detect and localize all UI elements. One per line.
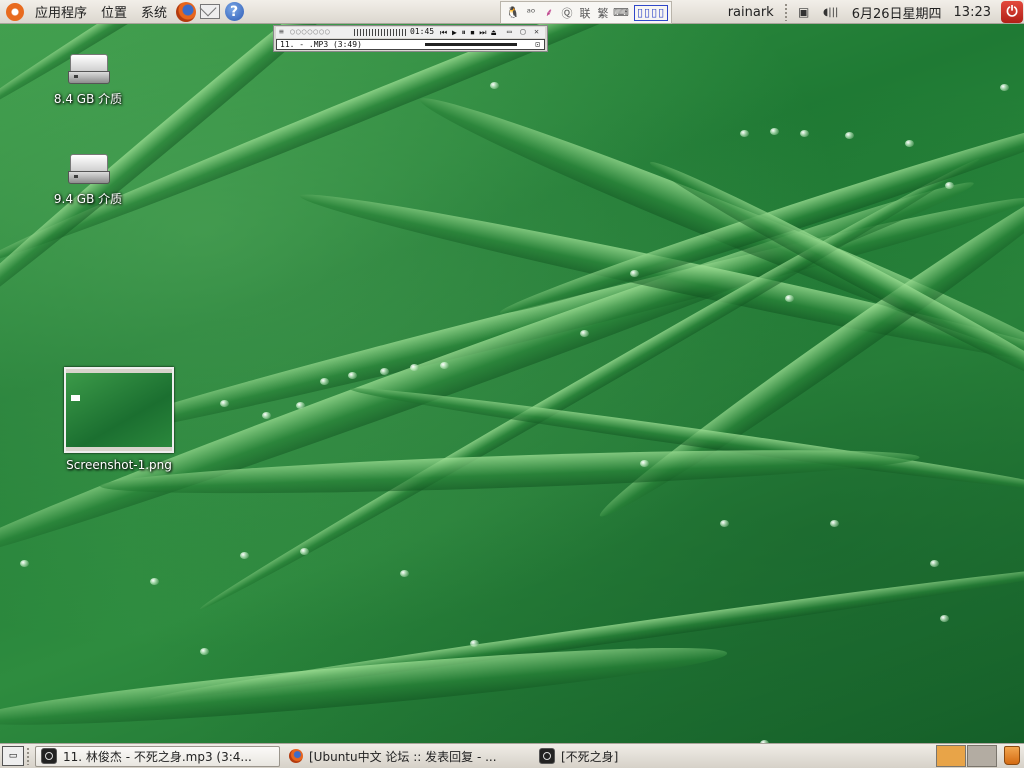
input-method-indicator[interactable]: ▯▯▯▯: [634, 4, 669, 21]
network-icon[interactable]: ▣: [795, 4, 813, 20]
menu-applications[interactable]: 应用程序: [28, 0, 94, 24]
user-name[interactable]: rainark: [722, 5, 780, 20]
grass-blade: [0, 633, 729, 739]
player-time[interactable]: 01:45: [410, 27, 434, 36]
taskbar-item-browser[interactable]: [Ubuntu中文 论坛 :: 发表回复 - ...: [284, 746, 530, 767]
water-drop: [440, 362, 449, 369]
water-drop: [740, 130, 749, 137]
panel-right: rainark ▣ ◖||| 6月26日星期四 13:23 ⏻: [722, 0, 1024, 24]
player-buttons[interactable]: ⏮ ▶ ⏸ ⏹ ⏭ ⏏: [440, 28, 496, 38]
water-drop: [845, 132, 854, 139]
water-drop: [296, 402, 305, 409]
image-thumbnail-icon: [64, 367, 174, 453]
desktop-icon-drive-2[interactable]: 9.4 GB 介质: [33, 154, 143, 207]
keyboard-icon[interactable]: ⌨: [613, 5, 629, 21]
trash-icon[interactable]: [1004, 746, 1020, 765]
panel-handle[interactable]: [783, 3, 788, 21]
taskbar-item-label: [Ubuntu中文 论坛 :: 发表回复 - ...: [309, 749, 497, 764]
taskbar-item-label: [不死之身]: [561, 749, 619, 764]
water-drop: [490, 82, 499, 89]
water-drop: [940, 615, 949, 622]
water-drop: [300, 548, 309, 555]
desktop-background: 应用程序 位置 系统 ? 🐧 ᵃᵒ ⸙ Ⓠ 联 繁 ⌨ ▯▯▯▯ rainark…: [0, 0, 1024, 768]
desktop-icon-label: 8.4 GB 介质: [53, 92, 123, 106]
player-track-title: 11. - .MP3 (3:49): [280, 40, 362, 49]
drive-icon: [68, 154, 110, 184]
desktop-icon-label: 9.4 GB 介质: [53, 192, 123, 206]
player-controls[interactable]: ⏮ ▶ ⏸ ⏹ ⏭ ⏏: [440, 28, 496, 38]
water-drop: [800, 130, 809, 137]
panel-handle[interactable]: [26, 747, 30, 765]
power-icon[interactable]: ⏻: [1001, 1, 1023, 23]
ubuntu-logo-icon[interactable]: [6, 2, 24, 21]
feather-icon[interactable]: ⸙: [541, 5, 557, 21]
water-drop: [200, 648, 209, 655]
desktop-icon-drive-1[interactable]: 8.4 GB 介质: [33, 54, 143, 107]
water-drop: [262, 412, 271, 419]
seek-bar[interactable]: [425, 43, 517, 46]
firefox-icon: [289, 749, 303, 763]
search-icon[interactable]: Ⓠ: [559, 5, 575, 21]
volume-icon[interactable]: ◖|||: [819, 4, 843, 20]
taskbar-item-player[interactable]: 11. 林俊杰 - 不死之身.mp3 (3:4...: [35, 745, 280, 767]
menu-places[interactable]: 位置: [94, 0, 134, 24]
mail-launcher[interactable]: [199, 1, 221, 23]
player-window-controls[interactable]: ▭ ▢ ✕: [507, 27, 541, 36]
taskbar-item-label: 11. 林俊杰 - 不死之身.mp3 (3:4...: [63, 749, 252, 764]
water-drop: [400, 570, 409, 577]
network-status-icon[interactable]: ᵃᵒ: [523, 5, 539, 21]
date-display[interactable]: 6月26日星期四: [846, 3, 948, 22]
workspace-2[interactable]: [967, 745, 997, 767]
link-icon[interactable]: 联: [577, 5, 593, 21]
desktop-icon-screenshot[interactable]: Screenshot-1.png: [64, 367, 174, 472]
water-drop: [470, 640, 479, 647]
media-player-icon: [41, 748, 57, 764]
water-drop: [580, 330, 589, 337]
firefox-icon: [176, 1, 197, 22]
firefox-launcher[interactable]: [175, 1, 197, 23]
menu-system[interactable]: 系统: [134, 0, 174, 24]
water-drop: [220, 400, 229, 407]
water-drop: [150, 578, 159, 585]
water-drop: [905, 140, 914, 147]
show-desktop-button[interactable]: ▭: [2, 746, 24, 766]
water-drop: [320, 378, 329, 385]
taskbar-item-window[interactable]: [不死之身]: [534, 746, 734, 767]
notification-area: 🐧 ᵃᵒ ⸙ Ⓠ 联 繁 ⌨ ▯▯▯▯: [500, 1, 673, 24]
desktop-icon-label: Screenshot-1.png: [66, 458, 172, 472]
player-title-row: 11. - .MP3 (3:49) ⊡: [276, 39, 545, 50]
media-player-icon: [539, 748, 555, 764]
player-status-dots: ○○○○○○○: [290, 27, 331, 36]
player-menu-icon[interactable]: ≡: [279, 27, 284, 36]
water-drop: [1000, 84, 1009, 91]
water-drop: [380, 368, 389, 375]
media-player-window[interactable]: ≡ ○○○○○○○ 01:45 ⏮ ▶ ⏸ ⏹ ⏭ ⏏ ▭ ▢ ✕ 11. - …: [273, 25, 548, 52]
bottom-panel: ▭ 11. 林俊杰 - 不死之身.mp3 (3:4... [Ubuntu中文 论…: [0, 743, 1024, 768]
mail-icon: [200, 4, 221, 19]
qq-penguin-icon[interactable]: 🐧: [505, 5, 521, 21]
water-drop: [410, 364, 419, 371]
water-drop: [945, 182, 954, 189]
water-drop: [640, 460, 649, 467]
drive-icon: [68, 54, 110, 84]
water-drop: [785, 295, 794, 302]
help-icon: ?: [224, 2, 244, 21]
water-drop: [830, 520, 839, 527]
water-drop: [630, 270, 639, 277]
water-drop: [720, 520, 729, 527]
water-drop: [348, 372, 357, 379]
workspace-1[interactable]: [936, 745, 966, 767]
help-launcher[interactable]: ?: [223, 1, 245, 23]
top-panel: 应用程序 位置 系统 ? 🐧 ᵃᵒ ⸙ Ⓠ 联 繁 ⌨ ▯▯▯▯ rainark…: [0, 0, 1024, 24]
water-drop: [770, 128, 779, 135]
water-drop: [20, 560, 29, 567]
visualizer[interactable]: [354, 29, 406, 36]
water-drop: [240, 552, 249, 559]
player-control-row: ≡ ○○○○○○○ 01:45 ⏮ ▶ ⏸ ⏹ ⏭ ⏏ ▭ ▢ ✕: [276, 27, 545, 38]
contact-icon[interactable]: 繁: [595, 5, 611, 21]
clock[interactable]: 13:23: [948, 5, 997, 20]
water-drop: [930, 560, 939, 567]
lock-icon[interactable]: ⊡: [535, 40, 540, 49]
